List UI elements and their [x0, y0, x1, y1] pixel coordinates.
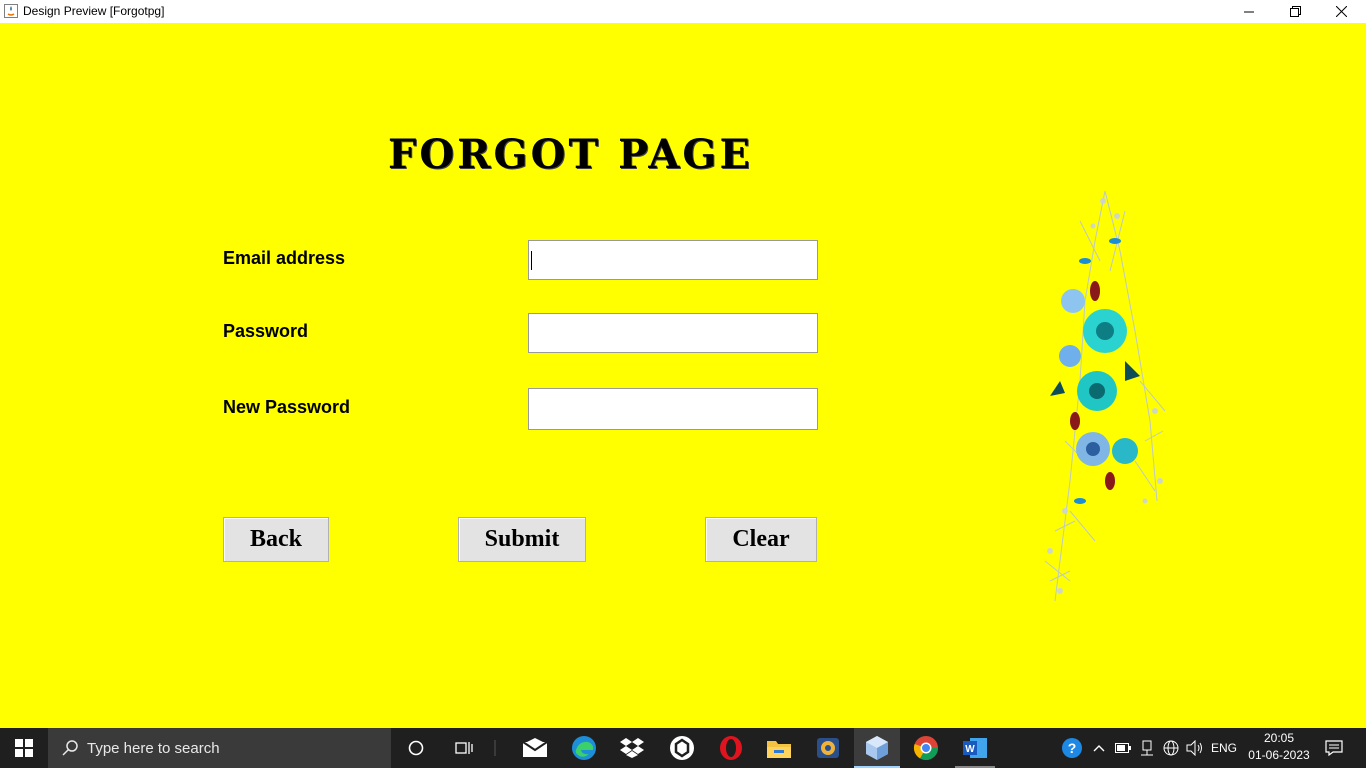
taskbar: Type here to search W ? ENG 20:05 01-06-…	[0, 728, 1366, 768]
network-tray[interactable]	[1136, 728, 1158, 768]
start-button[interactable]	[0, 728, 48, 768]
search-placeholder: Type here to search	[87, 739, 220, 757]
task-view-button[interactable]	[444, 728, 484, 768]
notification-icon	[1325, 740, 1343, 756]
dropbox-icon	[620, 738, 644, 758]
language-indicator[interactable]: ENG	[1208, 728, 1240, 768]
chrome-icon	[913, 736, 938, 761]
password-field[interactable]	[528, 313, 818, 353]
submit-button[interactable]: Submit	[458, 517, 586, 562]
help-icon: ?	[1062, 738, 1082, 758]
chevron-up-icon	[1093, 745, 1105, 752]
media-icon	[817, 738, 839, 758]
close-button[interactable]	[1318, 0, 1364, 23]
mail-icon	[522, 738, 548, 757]
window-title: Design Preview [Forgotpg]	[23, 4, 165, 18]
window-titlebar: Design Preview [Forgotpg]	[0, 0, 1366, 23]
network-icon	[1141, 740, 1153, 756]
help-tray-button[interactable]: ?	[1058, 728, 1086, 768]
clear-button[interactable]: Clear	[705, 517, 817, 562]
taskbar-divider	[490, 728, 500, 768]
cortana-icon	[408, 740, 424, 756]
dropbox-app[interactable]	[612, 728, 652, 768]
globe-icon	[1163, 740, 1179, 756]
battery-icon	[1115, 743, 1131, 753]
word-icon: W	[963, 738, 987, 758]
app-hex-icon	[670, 736, 694, 760]
chrome-app[interactable]	[906, 728, 946, 768]
opera-icon	[720, 736, 742, 760]
task-view-icon	[455, 742, 473, 754]
minimize-icon	[1244, 11, 1254, 12]
file-explorer-icon	[767, 741, 791, 758]
media-app[interactable]	[808, 728, 848, 768]
search-icon	[62, 740, 78, 756]
java-app-icon	[866, 736, 888, 760]
flower-decoration-image	[1044, 190, 1166, 602]
taskbar-search-box[interactable]: Type here to search	[48, 728, 391, 768]
restore-icon	[1289, 6, 1301, 17]
word-app[interactable]: W	[955, 728, 995, 768]
battery-tray[interactable]	[1112, 728, 1134, 768]
language-text: ENG	[1210, 740, 1237, 755]
show-hidden-icons-button[interactable]	[1088, 728, 1110, 768]
new-password-label: New Password	[223, 397, 351, 417]
form-panel: FORGOT PAGE Email address Password New P…	[0, 23, 1366, 728]
hex-app[interactable]	[662, 728, 702, 768]
taskbar-clock[interactable]: 20:05 01-06-2023	[1244, 730, 1314, 764]
edge-icon	[572, 736, 596, 760]
clock-date: 01-06-2023	[1248, 748, 1310, 762]
email-field[interactable]	[528, 240, 818, 280]
svg-text:?: ?	[1068, 740, 1077, 756]
java-app-taskbar[interactable]	[854, 728, 900, 768]
close-icon	[1335, 6, 1347, 17]
svg-text:W: W	[965, 744, 975, 755]
back-button[interactable]: Back	[223, 517, 329, 562]
email-label: Email address	[223, 248, 346, 268]
password-label: Password	[223, 321, 309, 341]
windows-start-icon	[15, 739, 33, 757]
minimize-button[interactable]	[1226, 0, 1272, 23]
page-title: FORGOT PAGE	[388, 131, 754, 178]
volume-tray[interactable]	[1184, 728, 1206, 768]
new-password-field[interactable]	[528, 388, 818, 430]
restore-button[interactable]	[1272, 0, 1318, 23]
text-caret	[531, 251, 532, 270]
edge-app[interactable]	[564, 728, 604, 768]
mail-app[interactable]	[515, 728, 555, 768]
volume-icon	[1186, 740, 1202, 756]
opera-app[interactable]	[711, 728, 751, 768]
file-explorer-app[interactable]	[759, 728, 799, 768]
clock-time: 20:05	[1263, 731, 1295, 745]
java-app-icon	[4, 4, 18, 18]
language-globe-tray[interactable]	[1160, 728, 1182, 768]
cortana-button[interactable]	[396, 728, 436, 768]
notification-center-button[interactable]	[1318, 728, 1350, 768]
